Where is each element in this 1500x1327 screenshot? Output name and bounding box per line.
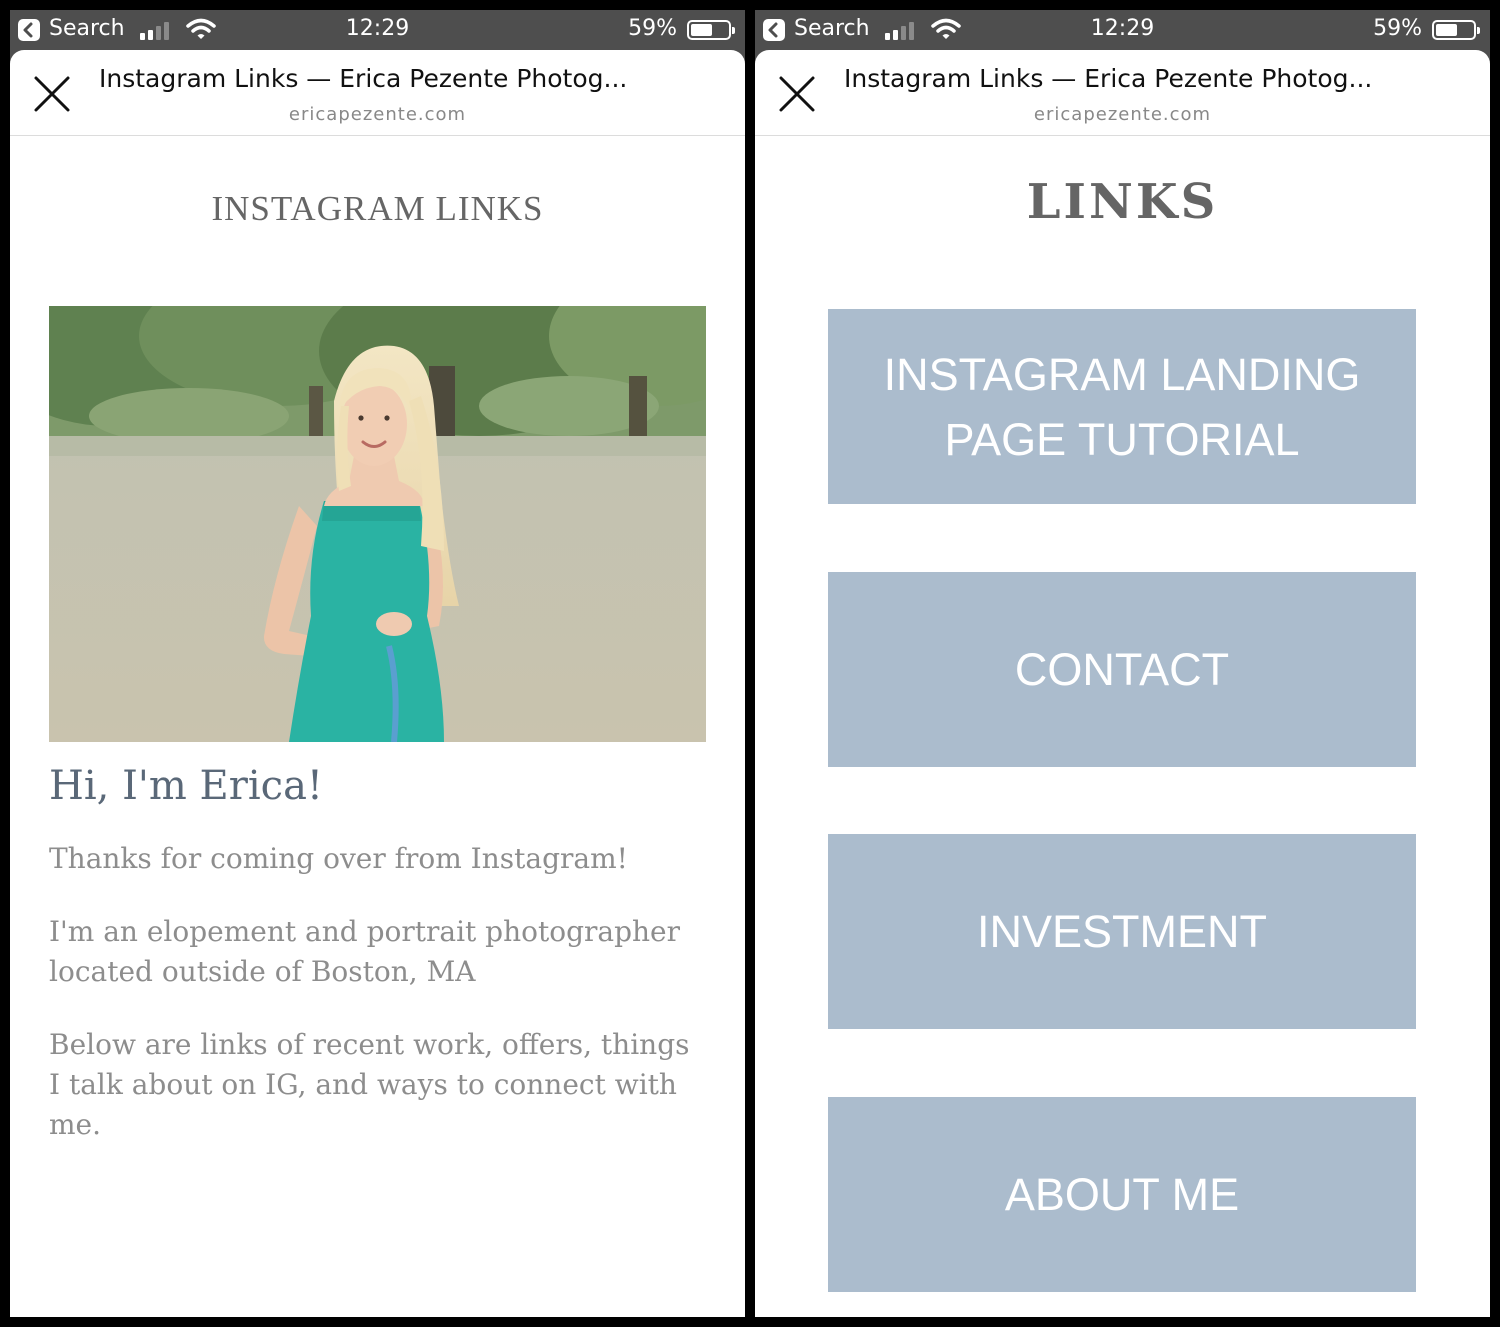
links-heading: LINKS [1026, 174, 1219, 230]
links-intro-paragraph: Below are links of recent work, offers, … [49, 1028, 690, 1141]
status-bar: Search 12:29 59% [10, 10, 745, 50]
page-heading: INSTAGRAM LINKS [211, 189, 544, 228]
tutorial-link-button[interactable]: INSTAGRAM LANDING PAGE TUTORIAL [828, 309, 1416, 504]
battery-percentage: 59% [1373, 16, 1422, 41]
web-content: LINKS INSTAGRAM LANDING PAGE TUTORIAL CO… [755, 136, 1490, 1317]
web-content: INSTAGRAM LINKS Hi, I'm Erica! Thanks fo… [10, 136, 745, 1317]
portrait-photo [49, 306, 706, 742]
investment-link-button[interactable]: INVESTMENT [828, 834, 1416, 1029]
battery-icon [687, 20, 735, 40]
about-me-link-button[interactable]: ABOUT ME [828, 1097, 1416, 1292]
greeting-heading: Hi, I'm Erica! [49, 763, 323, 809]
status-bar: Search 12:29 59% [755, 10, 1490, 50]
page-title: Instagram Links — Erica Pezente Photog..… [844, 64, 1373, 93]
phone-screen-left: Search 12:29 59% Instagram Links — Erica… [10, 10, 745, 1317]
contact-link-button[interactable]: CONTACT [828, 572, 1416, 767]
page-domain: ericapezente.com [1033, 104, 1212, 125]
battery-percentage: 59% [628, 16, 677, 41]
bio-paragraph: I'm an elopement and portrait photograph… [49, 915, 681, 988]
intro-paragraph: Thanks for coming over from Instagram! [49, 842, 628, 875]
page-domain: ericapezente.com [288, 104, 467, 125]
page-title: Instagram Links — Erica Pezente Photog..… [99, 64, 628, 93]
in-app-browser-header: Instagram Links — Erica Pezente Photog..… [10, 50, 745, 136]
in-app-browser-header: Instagram Links — Erica Pezente Photog..… [755, 50, 1490, 136]
phone-screen-right: Search 12:29 59% Instagram Links — Erica… [755, 10, 1490, 1317]
battery-icon [1432, 20, 1480, 40]
